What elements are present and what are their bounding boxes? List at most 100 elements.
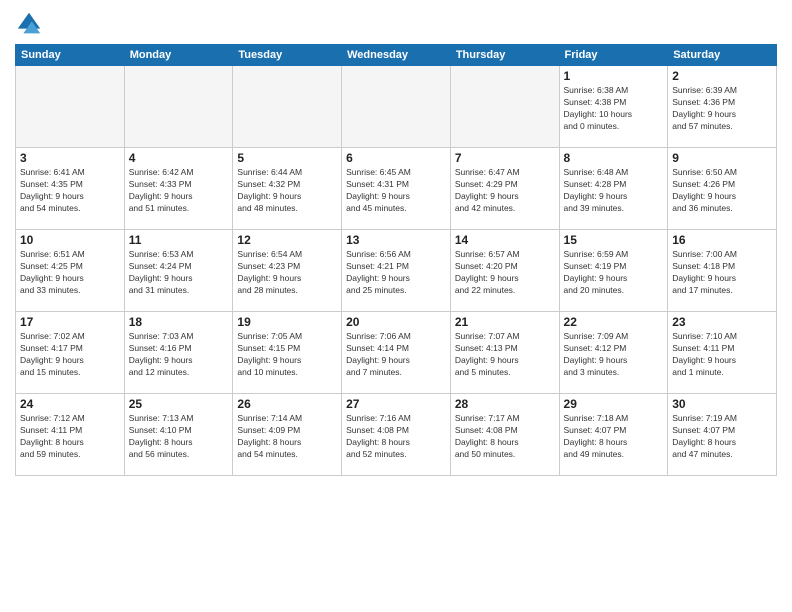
calendar-cell: 4 Sunrise: 6:42 AM Sunset: 4:33 PM Daylig…: [124, 148, 233, 230]
calendar-cell: 7 Sunrise: 6:47 AM Sunset: 4:29 PM Daylig…: [450, 148, 559, 230]
day-number: 29: [564, 397, 664, 411]
calendar-header-row: SundayMondayTuesdayWednesdayThursdayFrid…: [16, 45, 777, 66]
calendar-cell: 19 Sunrise: 7:05 AM Sunset: 4:15 PM Dayli…: [233, 312, 342, 394]
logo: [15, 10, 47, 38]
calendar-week-3: 10 Sunrise: 6:51 AM Sunset: 4:25 PM Dayli…: [16, 230, 777, 312]
day-info: Sunrise: 7:10 AM Sunset: 4:11 PM Dayligh…: [672, 331, 772, 379]
calendar-week-4: 17 Sunrise: 7:02 AM Sunset: 4:17 PM Dayli…: [16, 312, 777, 394]
calendar-header-thursday: Thursday: [450, 45, 559, 66]
calendar-cell: [16, 66, 125, 148]
calendar-cell: 24 Sunrise: 7:12 AM Sunset: 4:11 PM Dayli…: [16, 394, 125, 476]
day-number: 10: [20, 233, 120, 247]
day-info: Sunrise: 7:06 AM Sunset: 4:14 PM Dayligh…: [346, 331, 446, 379]
day-number: 4: [129, 151, 229, 165]
header: [15, 10, 777, 38]
day-info: Sunrise: 7:02 AM Sunset: 4:17 PM Dayligh…: [20, 331, 120, 379]
day-number: 20: [346, 315, 446, 329]
calendar-cell: 1 Sunrise: 6:38 AM Sunset: 4:38 PM Daylig…: [559, 66, 668, 148]
calendar-cell: 6Sunrise: 6:45 AM Sunset: 4:31 PM Daylig…: [342, 148, 451, 230]
day-info: Sunrise: 7:17 AM Sunset: 4:08 PM Dayligh…: [455, 413, 555, 461]
day-number: 5: [237, 151, 337, 165]
calendar-cell: 9Sunrise: 6:50 AM Sunset: 4:26 PM Daylig…: [668, 148, 777, 230]
day-number: 2: [672, 69, 772, 83]
day-number: 7: [455, 151, 555, 165]
day-number: 8: [564, 151, 664, 165]
calendar-cell: 21 Sunrise: 7:07 AM Sunset: 4:13 PM Dayli…: [450, 312, 559, 394]
day-info: Sunrise: 6:44 AM Sunset: 4:32 PM Dayligh…: [237, 167, 337, 215]
day-number: 25: [129, 397, 229, 411]
day-number: 17: [20, 315, 120, 329]
day-info: Sunrise: 7:19 AM Sunset: 4:07 PM Dayligh…: [672, 413, 772, 461]
day-info: Sunrise: 6:56 AM Sunset: 4:21 PM Dayligh…: [346, 249, 446, 297]
day-info: Sunrise: 6:54 AM Sunset: 4:23 PM Dayligh…: [237, 249, 337, 297]
day-number: 21: [455, 315, 555, 329]
calendar-cell: 23 Sunrise: 7:10 AM Sunset: 4:11 PM Dayli…: [668, 312, 777, 394]
day-info: Sunrise: 7:18 AM Sunset: 4:07 PM Dayligh…: [564, 413, 664, 461]
calendar-cell: 26Sunrise: 7:14 AM Sunset: 4:09 PM Dayli…: [233, 394, 342, 476]
day-info: Sunrise: 6:51 AM Sunset: 4:25 PM Dayligh…: [20, 249, 120, 297]
day-number: 18: [129, 315, 229, 329]
calendar-cell: 17 Sunrise: 7:02 AM Sunset: 4:17 PM Dayli…: [16, 312, 125, 394]
calendar-cell: [233, 66, 342, 148]
day-number: 13: [346, 233, 446, 247]
day-info: Sunrise: 7:05 AM Sunset: 4:15 PM Dayligh…: [237, 331, 337, 379]
day-number: 24: [20, 397, 120, 411]
day-info: Sunrise: 7:13 AM Sunset: 4:10 PM Dayligh…: [129, 413, 229, 461]
day-number: 12: [237, 233, 337, 247]
day-info: Sunrise: 6:57 AM Sunset: 4:20 PM Dayligh…: [455, 249, 555, 297]
calendar-header-sunday: Sunday: [16, 45, 125, 66]
calendar-cell: 2 Sunrise: 6:39 AM Sunset: 4:36 PM Daylig…: [668, 66, 777, 148]
day-number: 11: [129, 233, 229, 247]
calendar-cell: 15 Sunrise: 6:59 AM Sunset: 4:19 PM Dayli…: [559, 230, 668, 312]
calendar-header-wednesday: Wednesday: [342, 45, 451, 66]
day-number: 9: [672, 151, 772, 165]
calendar-cell: 25 Sunrise: 7:13 AM Sunset: 4:10 PM Dayli…: [124, 394, 233, 476]
day-info: Sunrise: 7:00 AM Sunset: 4:18 PM Dayligh…: [672, 249, 772, 297]
calendar-cell: 16Sunrise: 7:00 AM Sunset: 4:18 PM Dayli…: [668, 230, 777, 312]
day-info: Sunrise: 7:12 AM Sunset: 4:11 PM Dayligh…: [20, 413, 120, 461]
day-info: Sunrise: 7:09 AM Sunset: 4:12 PM Dayligh…: [564, 331, 664, 379]
calendar-week-5: 24 Sunrise: 7:12 AM Sunset: 4:11 PM Dayli…: [16, 394, 777, 476]
day-info: Sunrise: 7:16 AM Sunset: 4:08 PM Dayligh…: [346, 413, 446, 461]
day-info: Sunrise: 6:42 AM Sunset: 4:33 PM Dayligh…: [129, 167, 229, 215]
day-info: Sunrise: 7:07 AM Sunset: 4:13 PM Dayligh…: [455, 331, 555, 379]
calendar-cell: 3Sunrise: 6:41 AM Sunset: 4:35 PM Daylig…: [16, 148, 125, 230]
calendar-header-monday: Monday: [124, 45, 233, 66]
day-info: Sunrise: 6:53 AM Sunset: 4:24 PM Dayligh…: [129, 249, 229, 297]
calendar-header-friday: Friday: [559, 45, 668, 66]
calendar-cell: 14 Sunrise: 6:57 AM Sunset: 4:20 PM Dayli…: [450, 230, 559, 312]
day-info: Sunrise: 6:39 AM Sunset: 4:36 PM Dayligh…: [672, 85, 772, 133]
calendar-cell: [342, 66, 451, 148]
day-info: Sunrise: 7:14 AM Sunset: 4:09 PM Dayligh…: [237, 413, 337, 461]
calendar-cell: 5 Sunrise: 6:44 AM Sunset: 4:32 PM Daylig…: [233, 148, 342, 230]
day-number: 14: [455, 233, 555, 247]
day-info: Sunrise: 6:38 AM Sunset: 4:38 PM Dayligh…: [564, 85, 664, 133]
calendar-header-saturday: Saturday: [668, 45, 777, 66]
day-number: 23: [672, 315, 772, 329]
calendar-cell: 8 Sunrise: 6:48 AM Sunset: 4:28 PM Daylig…: [559, 148, 668, 230]
day-number: 30: [672, 397, 772, 411]
calendar-cell: 28 Sunrise: 7:17 AM Sunset: 4:08 PM Dayli…: [450, 394, 559, 476]
calendar-cell: 20 Sunrise: 7:06 AM Sunset: 4:14 PM Dayli…: [342, 312, 451, 394]
calendar-cell: [450, 66, 559, 148]
day-number: 19: [237, 315, 337, 329]
calendar-week-1: 1 Sunrise: 6:38 AM Sunset: 4:38 PM Daylig…: [16, 66, 777, 148]
day-number: 28: [455, 397, 555, 411]
calendar-cell: 11 Sunrise: 6:53 AM Sunset: 4:24 PM Dayli…: [124, 230, 233, 312]
calendar-cell: 10 Sunrise: 6:51 AM Sunset: 4:25 PM Dayli…: [16, 230, 125, 312]
day-number: 1: [564, 69, 664, 83]
calendar-header-tuesday: Tuesday: [233, 45, 342, 66]
day-number: 3: [20, 151, 120, 165]
page: SundayMondayTuesdayWednesdayThursdayFrid…: [0, 0, 792, 612]
day-info: Sunrise: 6:47 AM Sunset: 4:29 PM Dayligh…: [455, 167, 555, 215]
day-info: Sunrise: 7:03 AM Sunset: 4:16 PM Dayligh…: [129, 331, 229, 379]
calendar-cell: 30 Sunrise: 7:19 AM Sunset: 4:07 PM Dayli…: [668, 394, 777, 476]
day-info: Sunrise: 6:48 AM Sunset: 4:28 PM Dayligh…: [564, 167, 664, 215]
calendar-week-2: 3Sunrise: 6:41 AM Sunset: 4:35 PM Daylig…: [16, 148, 777, 230]
day-number: 6: [346, 151, 446, 165]
calendar-cell: 27Sunrise: 7:16 AM Sunset: 4:08 PM Dayli…: [342, 394, 451, 476]
logo-icon: [15, 10, 43, 38]
day-info: Sunrise: 6:59 AM Sunset: 4:19 PM Dayligh…: [564, 249, 664, 297]
day-number: 15: [564, 233, 664, 247]
day-number: 22: [564, 315, 664, 329]
